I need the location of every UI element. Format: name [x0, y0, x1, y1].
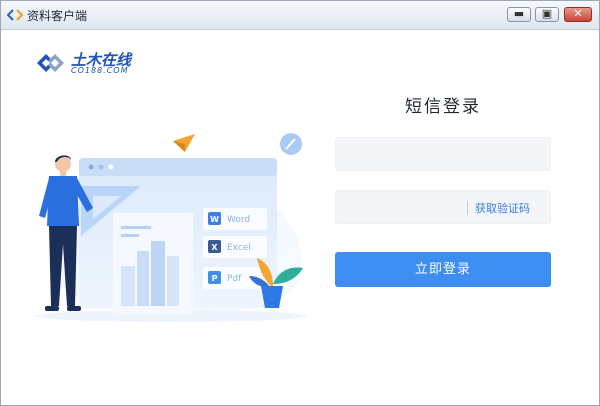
- app-code-icon: [7, 9, 23, 21]
- get-code-container: 获取验证码: [465, 190, 551, 224]
- minimize-button[interactable]: ▬: [507, 7, 531, 22]
- pdf-badge-icon: P: [212, 274, 218, 283]
- word-badge-icon: W: [210, 215, 219, 224]
- excel-badge-icon: X: [211, 243, 218, 252]
- login-illustration: W Word X Excel P Pdf: [36, 133, 306, 322]
- phone-input[interactable]: [335, 137, 551, 171]
- login-title: 短信登录: [405, 97, 481, 117]
- word-label: Word: [227, 215, 250, 225]
- title-bar[interactable]: 资料客户端 ▬ ▣ ✕: [1, 1, 599, 30]
- logo-domain: CO188.COM: [71, 66, 129, 75]
- app-window: 资料客户端 ▬ ▣ ✕ 土木在线 CO188.COM W Word X Exce…: [0, 0, 600, 406]
- get-code-button[interactable]: 获取验证码: [475, 200, 530, 216]
- close-button[interactable]: ✕: [564, 7, 592, 22]
- minimize-icon: ▬: [513, 7, 525, 20]
- pdf-label: Pdf: [227, 274, 242, 284]
- login-button[interactable]: 立即登录: [335, 252, 551, 287]
- close-icon: ✕: [573, 7, 583, 20]
- paper-plane-icon: [173, 134, 195, 152]
- window-title: 资料客户端: [27, 9, 88, 23]
- excel-label: Excel: [227, 243, 251, 253]
- maximize-button[interactable]: ▣: [535, 7, 559, 22]
- pen-icon: [280, 133, 302, 155]
- maximize-icon: ▣: [541, 7, 553, 20]
- divider: [467, 201, 468, 215]
- sms-code-input[interactable]: [335, 190, 465, 224]
